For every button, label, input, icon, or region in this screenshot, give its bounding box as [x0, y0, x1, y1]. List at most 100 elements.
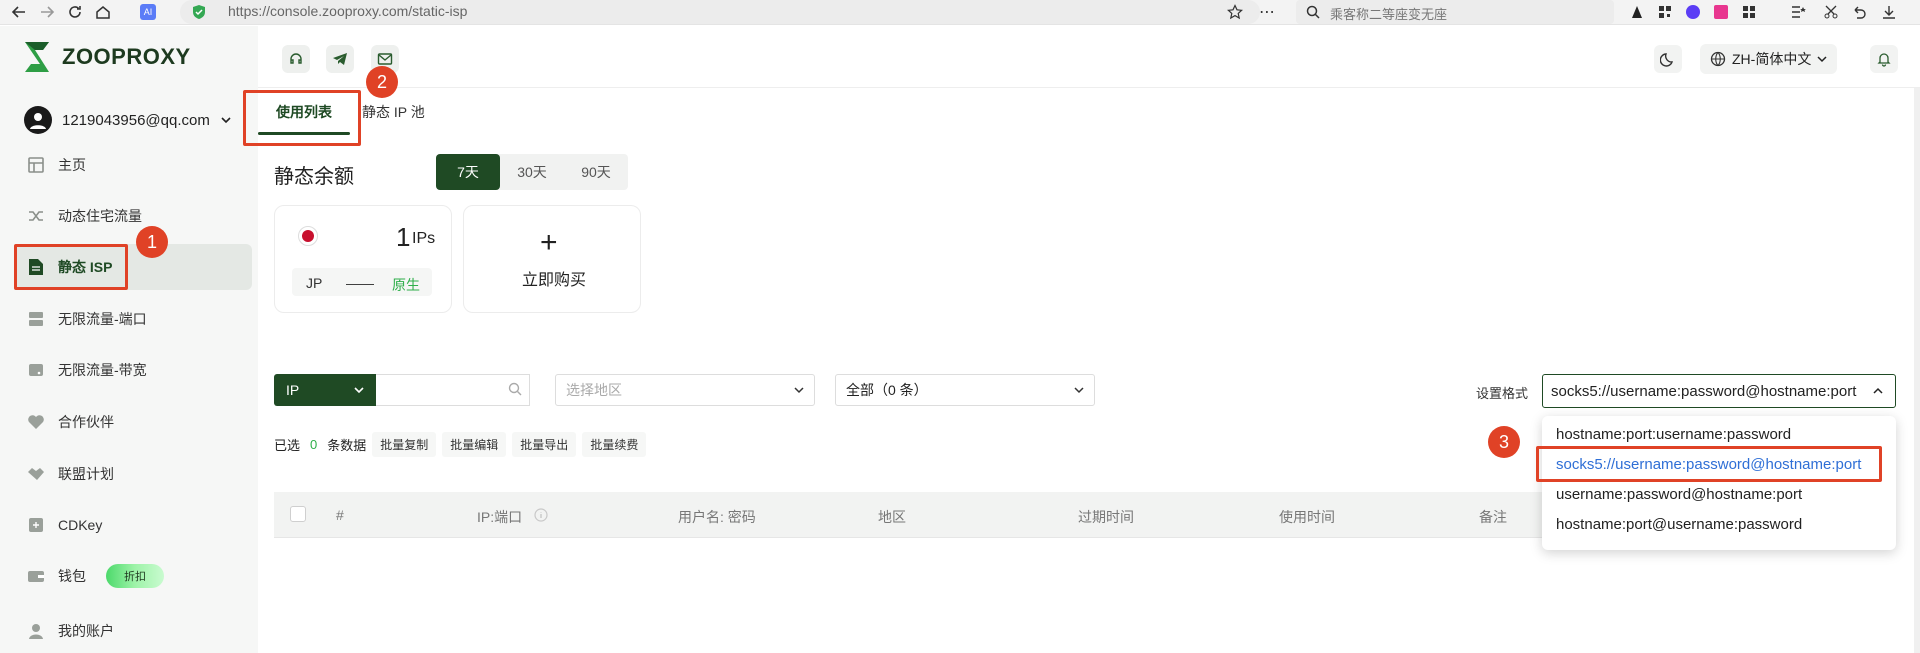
drive-icon — [26, 360, 46, 380]
annotation-badge-1: 1 — [136, 226, 168, 258]
forward-arrow-icon[interactable] — [38, 3, 56, 21]
sidebar-item-dynamic-residential[interactable]: 动态住宅流量 — [14, 193, 252, 239]
browser-search-text[interactable]: 乘客称二等座变无座 — [1330, 4, 1447, 23]
user-avatar-icon — [30, 113, 46, 129]
search-icon[interactable] — [508, 382, 522, 396]
format-option[interactable]: username:password@hostname:port — [1556, 486, 1802, 503]
account-menu[interactable]: 1219043956@qq.com — [24, 106, 232, 134]
telegram-button[interactable] — [326, 45, 354, 73]
table-header — [274, 492, 1544, 538]
extension-a-icon[interactable] — [1628, 3, 1646, 21]
buy-now-card[interactable] — [463, 205, 641, 313]
headset-icon — [290, 53, 302, 64]
selected-suffix: 条数据 — [327, 437, 367, 453]
language-selector[interactable]: ZH-简体中文 — [1700, 44, 1838, 74]
format-select[interactable]: socks5://username:password@hostname:port — [1542, 374, 1896, 408]
column-expiry-time: 过期时间 — [1078, 509, 1134, 525]
more-icon[interactable]: ⋯ — [1258, 3, 1276, 21]
reload-icon[interactable] — [66, 3, 84, 21]
period-7-days-button[interactable]: 7天 — [436, 154, 500, 190]
sidebar-item-unlimited-bandwidth[interactable]: 无限流量-带宽 — [14, 347, 252, 393]
batch-export-button[interactable]: 批量导出 — [512, 431, 577, 457]
sidebar-item-my-account[interactable]: 我的账户 — [14, 608, 252, 653]
apps-grid-icon[interactable] — [1740, 3, 1758, 21]
column-remarks: 备注 — [1479, 509, 1507, 525]
chevron-down-icon — [354, 387, 364, 394]
page-scrollbar[interactable] — [1914, 88, 1920, 653]
server-icon — [26, 309, 46, 329]
format-value: socks5://username:password@hostname:port — [1551, 382, 1857, 400]
shield-check-icon — [190, 3, 208, 21]
tab-static-ip-pool[interactable]: 静态 IP 池 — [362, 102, 425, 122]
column-ip-port[interactable]: IP:端口 — [477, 507, 522, 527]
ip-search-input[interactable] — [376, 374, 530, 406]
separator-dash: —— — [346, 275, 374, 291]
theme-toggle-button[interactable] — [1654, 45, 1682, 73]
ip-balance-card[interactable] — [274, 205, 452, 313]
undo-icon[interactable] — [1850, 3, 1868, 21]
download-icon[interactable] — [1880, 3, 1898, 21]
status-select[interactable]: 全部（0 条） — [835, 374, 1095, 406]
format-option[interactable]: hostname:port:username:password — [1556, 426, 1791, 443]
info-icon[interactable] — [534, 508, 548, 522]
back-arrow-icon[interactable] — [10, 3, 28, 21]
sidebar-item-label: 合作伙伴 — [58, 414, 114, 430]
sidebar-item-cdkey[interactable]: CDKey — [14, 502, 252, 548]
extension-pink-icon[interactable] — [1712, 3, 1730, 21]
key-icon — [26, 515, 46, 535]
brand-name: ZOOPROXY — [62, 44, 191, 69]
select-all-checkbox[interactable] — [290, 506, 306, 522]
ai-extension-icon[interactable]: AI — [140, 4, 156, 20]
favorites-list-icon[interactable] — [1790, 3, 1808, 21]
region-select[interactable]: 选择地区 — [555, 374, 815, 406]
qr-code-icon[interactable] — [1656, 3, 1674, 21]
format-option[interactable]: hostname:port@username:password — [1556, 516, 1802, 533]
sidebar-item-affiliate[interactable]: 联盟计划 — [14, 451, 252, 497]
shuffle-icon — [26, 206, 46, 226]
sidebar-item-label: 无限流量-端口 — [58, 311, 147, 327]
sidebar-item-unlimited-port[interactable]: 无限流量-端口 — [14, 296, 252, 342]
sidebar-item-label: 主页 — [58, 157, 86, 173]
sidebar-item-home[interactable]: 主页 — [14, 142, 252, 188]
annotation-box-3 — [1536, 446, 1882, 482]
brand-logo[interactable]: ZOOPROXY — [22, 40, 191, 74]
country-code: JP — [306, 275, 323, 291]
url-text[interactable]: https://console.zooproxy.com/static-isp — [228, 3, 467, 19]
column-username-password: 用户名: 密码 — [678, 509, 756, 525]
user-icon — [26, 621, 46, 641]
home-browser-icon[interactable] — [94, 3, 112, 21]
search-icon — [1304, 3, 1322, 21]
region-placeholder: 选择地区 — [566, 382, 622, 398]
ip-select-label: IP — [286, 382, 300, 398]
batch-edit-button[interactable]: 批量编辑 — [442, 431, 507, 457]
extension-purple-icon[interactable] — [1684, 3, 1702, 21]
ip-count: 1 — [396, 222, 411, 252]
batch-renew-button[interactable]: 批量续费 — [582, 431, 647, 457]
static-balance-title: 静态余额 — [274, 166, 354, 188]
buy-now-label: 立即购买 — [522, 272, 587, 289]
sidebar-item-label: 动态住宅流量 — [58, 208, 142, 224]
mail-icon — [377, 53, 393, 65]
plus-icon: + — [540, 226, 558, 259]
scissors-icon[interactable] — [1822, 3, 1840, 21]
language-label: ZH-简体中文 — [1732, 51, 1812, 67]
sidebar-item-partners[interactable]: 合作伙伴 — [14, 399, 252, 445]
discount-badge: 折扣 — [106, 564, 164, 588]
selected-count: 0 — [310, 436, 318, 452]
period-30-days-button[interactable]: 30天 — [500, 154, 564, 190]
support-headset-button[interactable] — [282, 45, 310, 73]
notifications-button[interactable] — [1870, 45, 1898, 73]
annotation-box-1 — [14, 244, 128, 290]
star-icon[interactable] — [1226, 3, 1244, 21]
sidebar-item-wallet[interactable]: 钱包 折扣 — [14, 553, 252, 599]
ip-search-type-select[interactable]: IP — [274, 374, 376, 406]
batch-copy-button[interactable]: 批量复制 — [372, 431, 437, 457]
sidebar-item-label: 联盟计划 — [58, 466, 114, 482]
annotation-box-2 — [243, 90, 361, 146]
period-90-days-button[interactable]: 90天 — [564, 154, 628, 190]
annotation-badge-2: 2 — [366, 66, 398, 98]
bell-icon — [1877, 53, 1891, 67]
chevron-down-icon — [221, 117, 231, 124]
chevron-down-icon — [1817, 56, 1827, 63]
sidebar-item-label: CDKey — [58, 517, 103, 533]
